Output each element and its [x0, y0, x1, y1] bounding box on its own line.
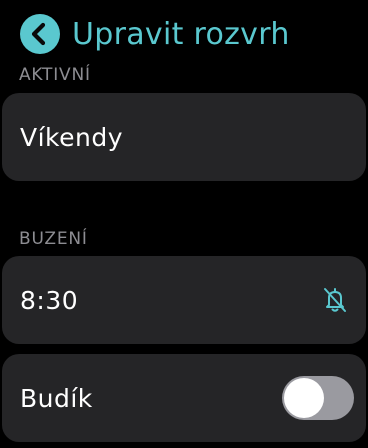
- active-schedule-value: Víkendy: [20, 122, 124, 152]
- alarm-toggle[interactable]: [282, 376, 354, 420]
- header: Upravit rozvrh: [20, 14, 290, 54]
- wake-time-value: 8:30: [20, 285, 79, 315]
- active-schedule-row[interactable]: Víkendy: [2, 93, 366, 181]
- bell-slash-icon[interactable]: [320, 285, 350, 315]
- section-label-wake: BUZENÍ: [19, 229, 88, 249]
- section-label-active: AKTIVNÍ: [19, 65, 91, 85]
- chevron-left-icon: [31, 22, 46, 46]
- toggle-knob: [284, 378, 324, 418]
- alarm-label: Budík: [20, 383, 93, 413]
- page-title: Upravit rozvrh: [72, 16, 290, 52]
- wake-time-row[interactable]: 8:30: [2, 256, 366, 344]
- alarm-row[interactable]: Budík: [2, 354, 366, 442]
- back-button[interactable]: [20, 14, 60, 54]
